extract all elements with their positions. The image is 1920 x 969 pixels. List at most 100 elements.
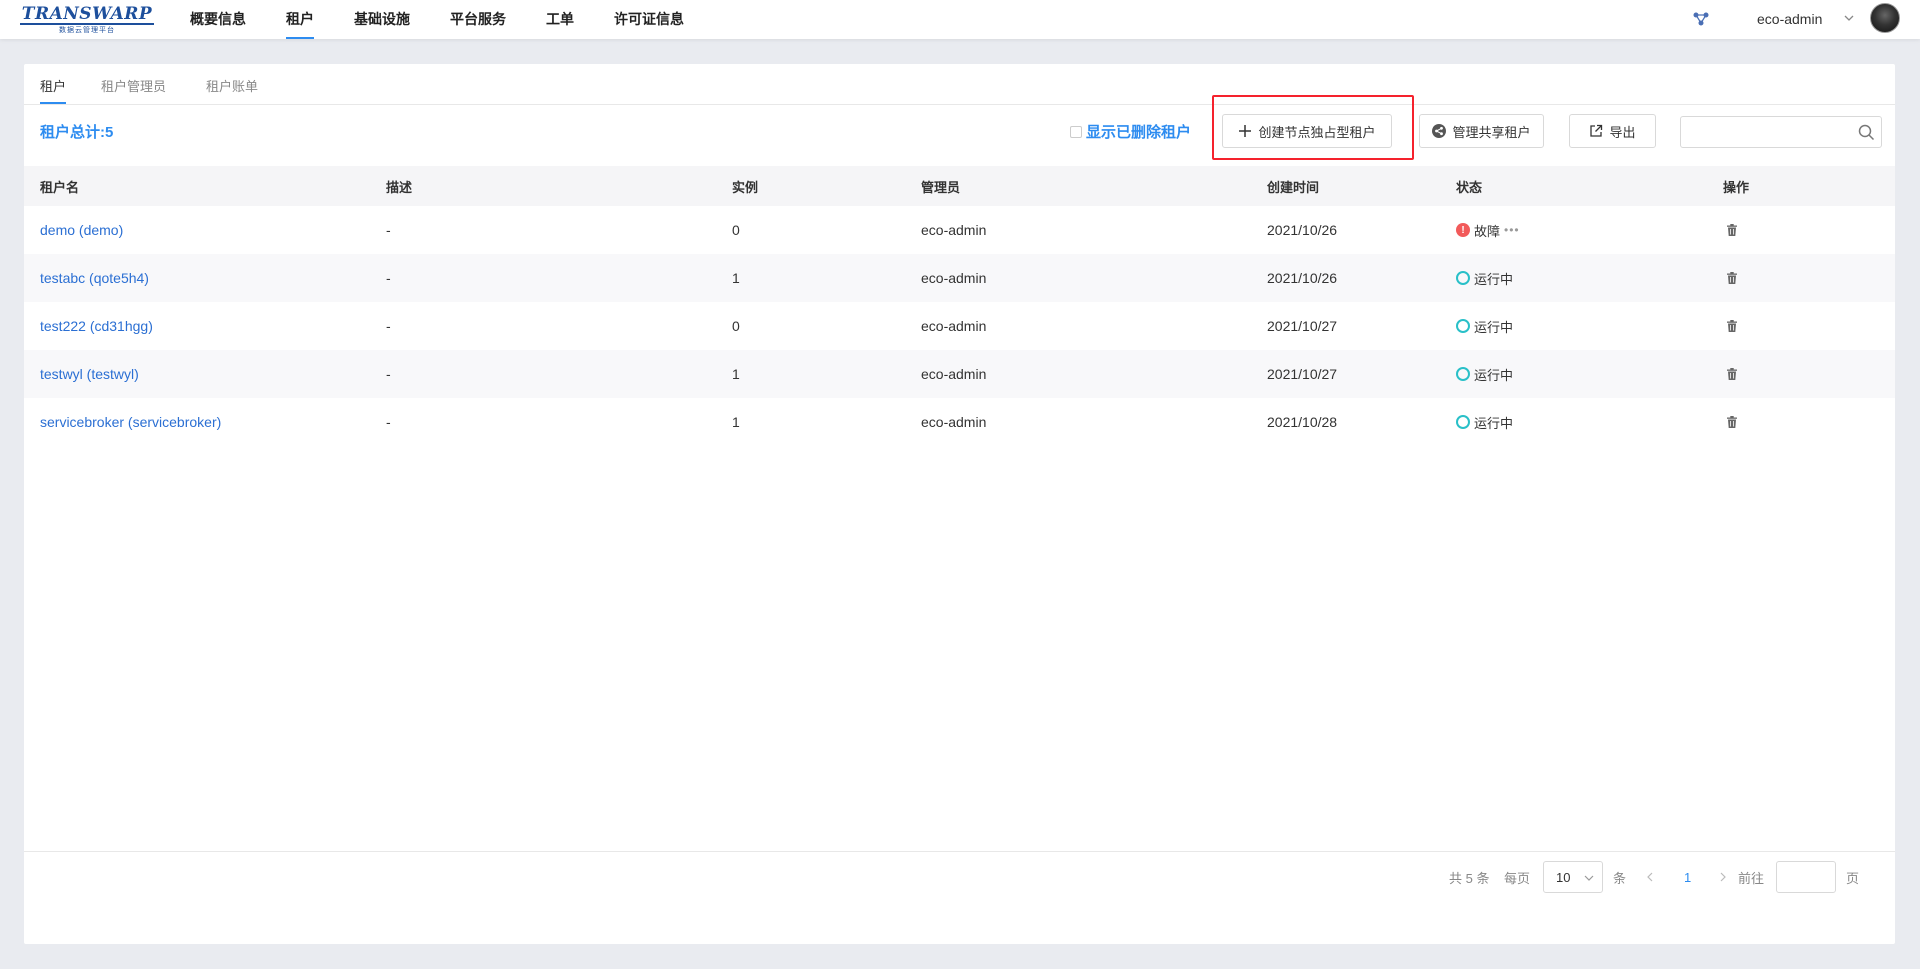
table-row: servicebroker (servicebroker) - 1 eco-ad… [24,398,1895,446]
top-navbar: TRANSWARP 数据云管理平台 概要信息 租户 基础设施 平台服务 工单 许… [0,0,1920,39]
tenant-panel: 租户 租户管理员 租户账单 租户总计:5 显示已删除租户 创建节点独占型租户 管… [24,64,1895,944]
share-icon [1432,124,1447,138]
column-header-actions: 操作 [1723,179,1750,195]
goto-label: 前往 [1738,870,1765,886]
trash-icon[interactable] [1725,415,1739,429]
chevron-left-icon [1647,872,1653,882]
tenant-name-link[interactable]: demo (demo) [40,206,123,254]
tenant-created: 2021/10/28 [1267,414,1338,430]
status-text: 运行中 [1474,319,1514,335]
manage-shared-tenant-label: 管理共享租户 [1452,124,1531,140]
status-badge: 运行中 [1456,302,1513,350]
tenant-instances: 0 [732,318,740,334]
status-badge: 运行中 [1456,398,1513,446]
error-icon: ! [1456,223,1470,237]
tenant-admin: eco-admin [921,366,987,382]
show-deleted-label: 显示已删除租户 [1086,124,1192,141]
table-row: testabc (qote5h4) - 1 eco-admin 2021/10/… [24,254,1895,302]
tenant-created: 2021/10/26 [1267,222,1338,238]
row-actions [1725,206,1739,254]
export-label: 导出 [1609,124,1636,140]
status-badge: 运行中 [1456,350,1513,398]
row-actions [1725,254,1739,302]
tenant-name-link[interactable]: testabc (qote5h4) [40,254,149,302]
footer-divider [24,851,1895,852]
column-header-instances: 实例 [732,179,759,195]
brand-name: TRANSWARP [19,3,155,25]
nav-item-license[interactable]: 许可证信息 [594,0,704,39]
tenant-admin: eco-admin [921,222,987,238]
table-header: 租户名 描述 实例 管理员 创建时间 状态 操作 [24,166,1895,206]
tab-tenant-bills[interactable]: 租户账单 [206,76,258,95]
status-text: 故障 [1474,223,1501,239]
highlight-frame [1212,95,1414,160]
tab-tenant-admins[interactable]: 租户管理员 [101,76,166,95]
tenant-created: 2021/10/27 [1267,318,1338,334]
search-input[interactable] [1680,116,1882,148]
tenant-name-link[interactable]: servicebroker (servicebroker) [40,398,221,446]
avatar[interactable] [1870,3,1900,33]
active-tab-indicator [40,102,66,104]
chevron-down-icon[interactable] [1843,12,1855,24]
tenant-name-link[interactable]: test222 (cd31hgg) [40,302,153,350]
pagination-per-page-label: 每页 [1504,870,1531,886]
current-page-number[interactable]: 1 [1684,861,1691,893]
nav-item-tenants[interactable]: 租户 [266,0,334,39]
export-button[interactable]: 导出 [1569,114,1656,148]
tenant-admin: eco-admin [921,318,987,334]
running-status-icon [1456,271,1470,285]
nav-item-infrastructure[interactable]: 基础设施 [334,0,430,39]
manage-shared-tenant-button[interactable]: 管理共享租户 [1419,114,1544,148]
nav-item-overview[interactable]: 概要信息 [170,0,266,39]
tenant-instances: 0 [732,222,740,238]
tenant-description: - [386,414,391,430]
status-badge: 运行中 [1456,254,1513,302]
tenant-description: - [386,318,391,334]
more-icon[interactable]: ••• [1504,223,1520,237]
nav-item-platform-services[interactable]: 平台服务 [430,0,526,39]
tenant-description: - [386,366,391,382]
tenant-name-link[interactable]: testwyl (testwyl) [40,350,139,398]
tenant-table: 租户名 描述 实例 管理员 创建时间 状态 操作 demo (demo) - 0… [24,166,1895,446]
pagination-unit-label: 条 [1613,870,1627,886]
tab-tenants[interactable]: 租户 [40,76,66,95]
brand-logo[interactable]: TRANSWARP 数据云管理平台 [16,4,158,36]
user-name[interactable]: eco-admin [1757,11,1822,27]
column-header-admin: 管理员 [921,179,961,195]
page-size-select[interactable]: 10 [1543,861,1603,893]
tenant-total: 租户总计:5 [40,124,114,141]
tenant-description: - [386,222,391,238]
trash-icon[interactable] [1725,367,1739,381]
column-header-description: 描述 [386,179,413,195]
search-icon[interactable] [1858,124,1875,141]
trash-icon[interactable] [1725,223,1739,237]
running-status-icon [1456,319,1470,333]
show-deleted-checkbox[interactable]: 显示已删除租户 [1070,121,1191,142]
tenant-instances: 1 [732,366,740,382]
column-header-status: 状态 [1456,179,1483,195]
row-actions [1725,350,1739,398]
pagination-total: 共 5 条 [1449,870,1490,886]
trash-icon[interactable] [1725,319,1739,333]
trash-icon[interactable] [1725,271,1739,285]
next-page-button[interactable] [1719,861,1727,893]
tenant-instances: 1 [732,270,740,286]
page-size-value: 10 [1556,869,1571,885]
row-actions [1725,302,1739,350]
tenant-created: 2021/10/27 [1267,366,1338,382]
table-row: test222 (cd31hgg) - 0 eco-admin 2021/10/… [24,302,1895,350]
brand-subtitle: 数据云管理平台 [59,26,115,34]
network-icon[interactable] [1692,11,1710,27]
tenant-admin: eco-admin [921,270,987,286]
prev-page-button[interactable] [1646,861,1654,893]
status-text: 运行中 [1474,367,1514,383]
tenant-description: - [386,270,391,286]
column-header-created: 创建时间 [1267,179,1320,195]
goto-page-input[interactable] [1776,861,1836,893]
page-unit-label: 页 [1846,870,1860,886]
status-text: 运行中 [1474,271,1514,287]
tenant-admin: eco-admin [921,414,987,430]
nav-item-tickets[interactable]: 工单 [526,0,594,39]
checkbox-box[interactable] [1070,125,1082,138]
row-actions [1725,398,1739,446]
